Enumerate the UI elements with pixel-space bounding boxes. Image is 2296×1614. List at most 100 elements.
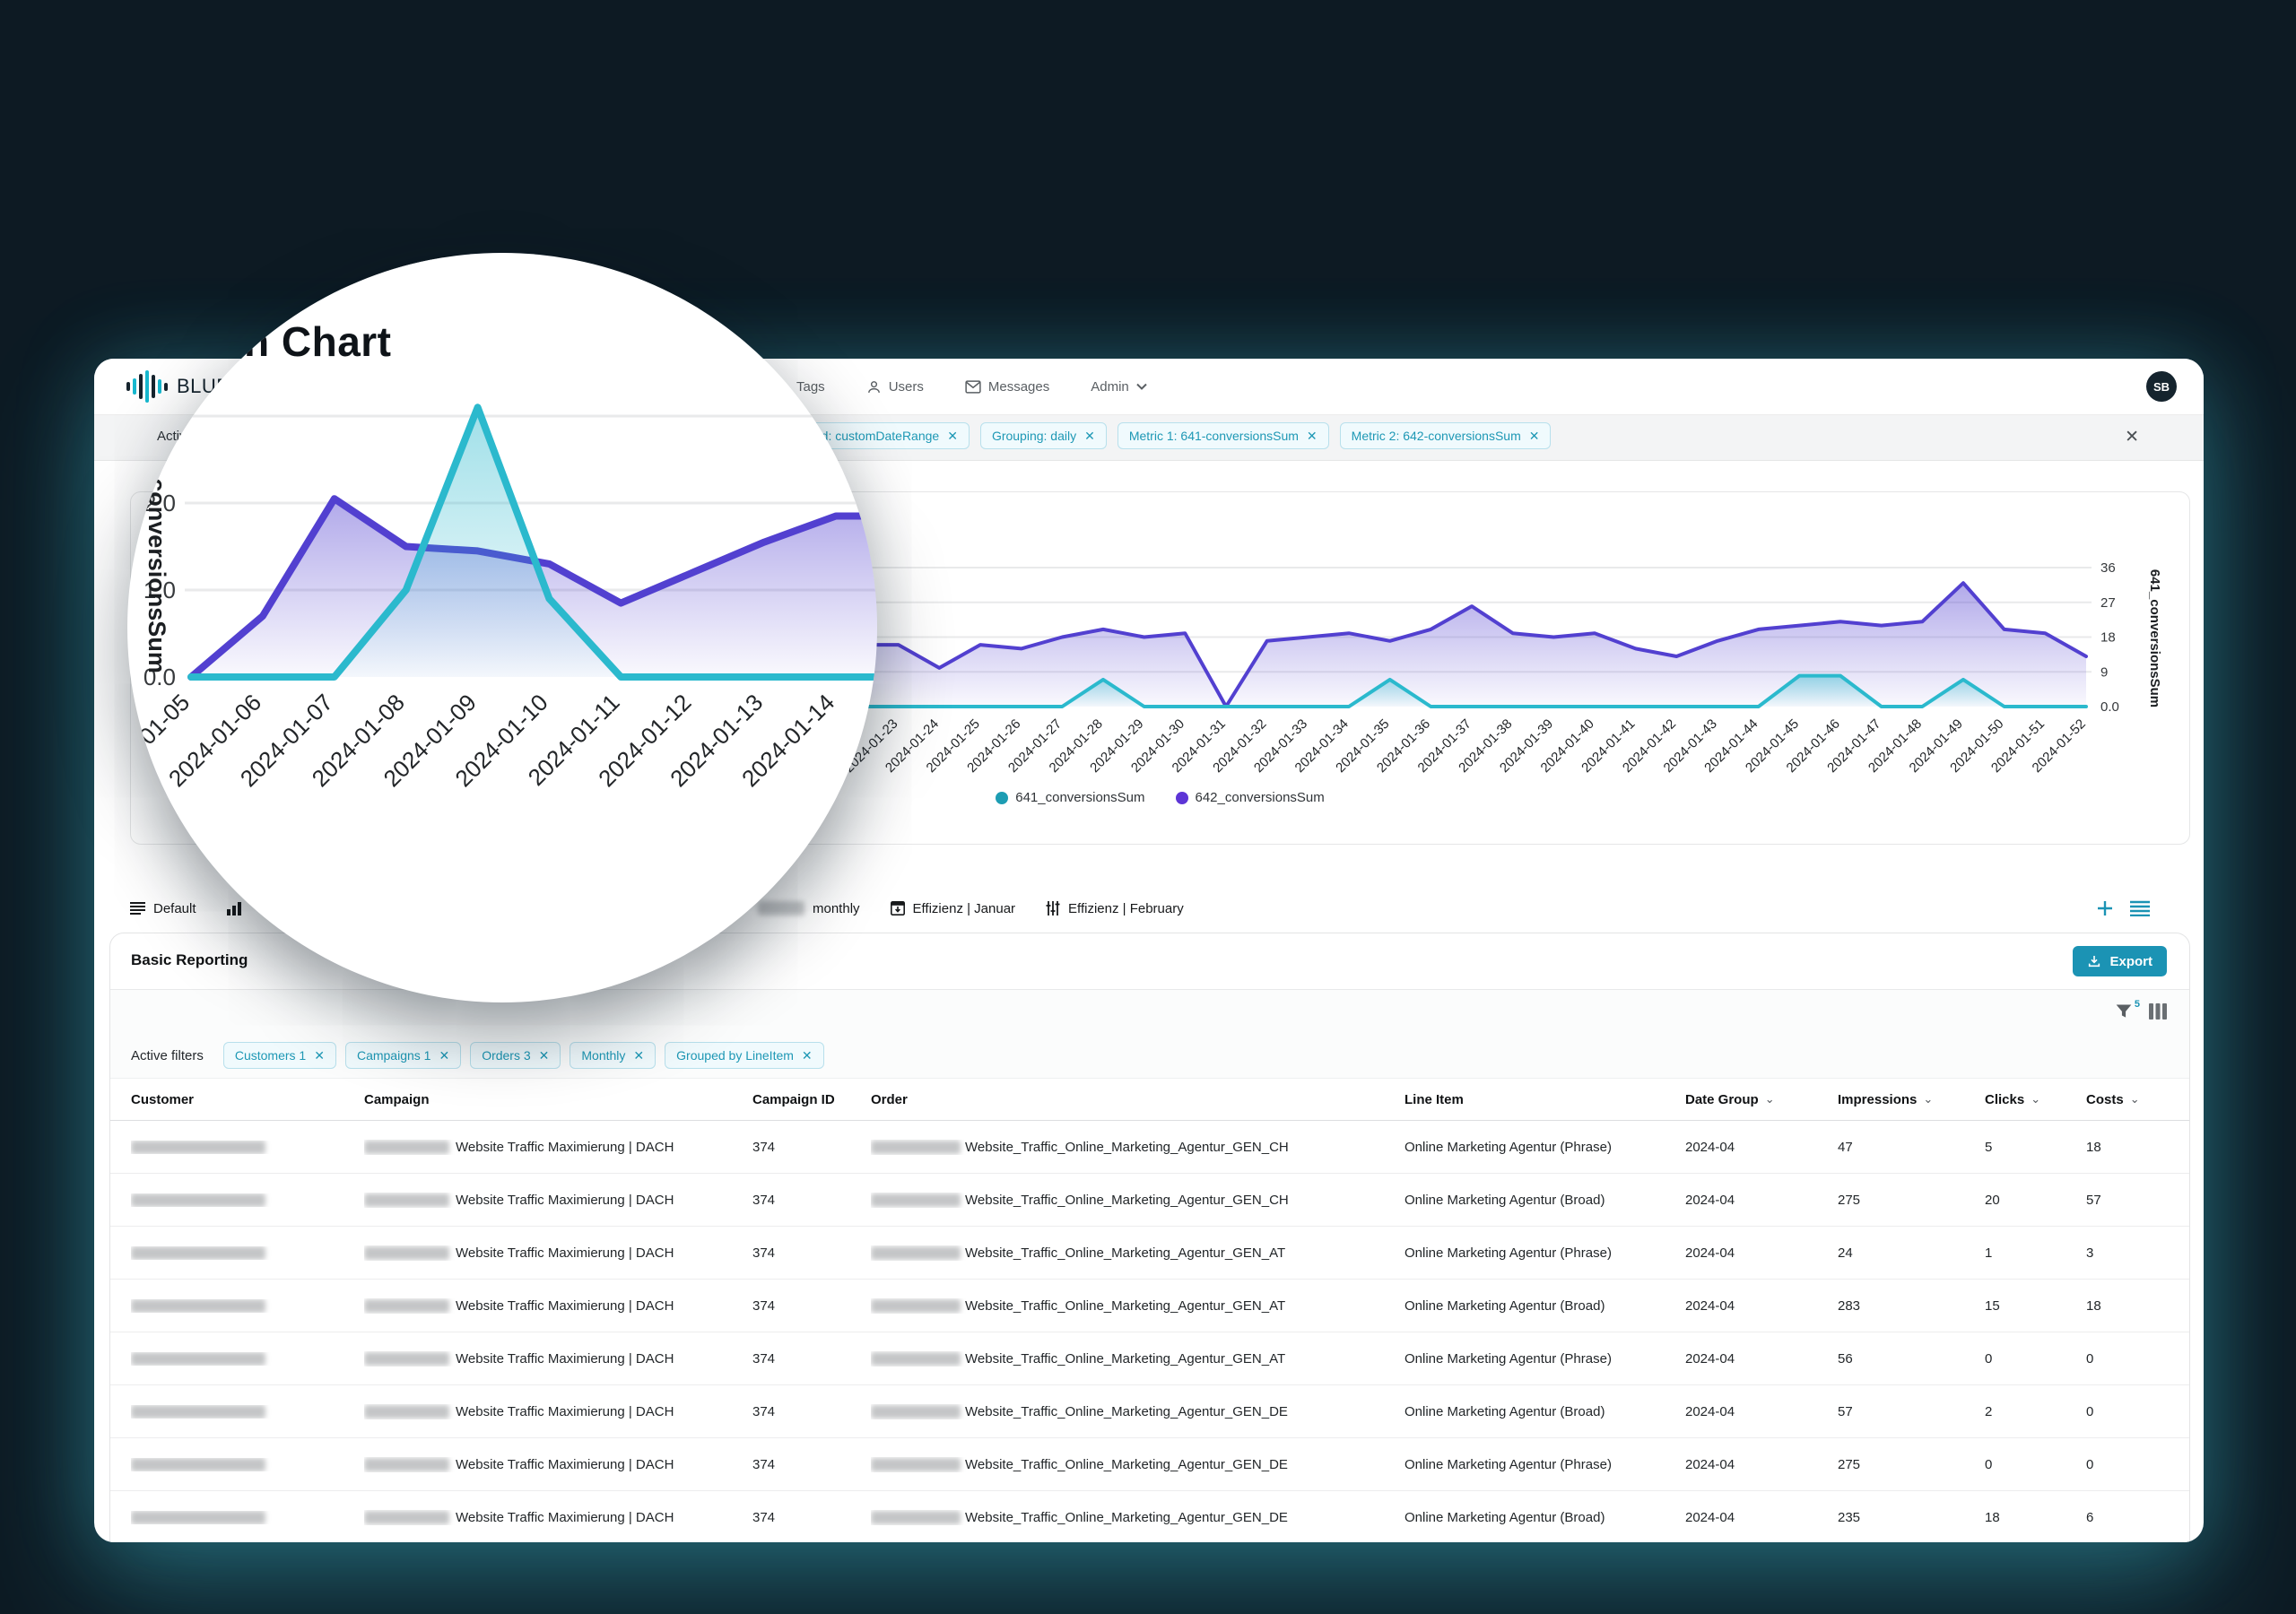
export-button[interactable]: Export: [2073, 946, 2167, 976]
cell-line-item: Online Marketing Agentur (Broad): [1405, 1403, 1605, 1419]
column-label: Campaign: [364, 1091, 430, 1107]
cell-campaign: Website Traffic Maximierung | DACH: [364, 1298, 752, 1314]
cell-customer: [131, 1298, 364, 1313]
filter-chip[interactable]: Customers 1 ✕: [222, 1042, 336, 1069]
table-row[interactable]: Website Traffic Maximierung | DACH 374 Web…: [110, 1227, 2189, 1280]
y-tick-label: 0.0: [2100, 699, 2119, 715]
redacted-customer-name: [131, 1298, 265, 1313]
remove-chip-icon[interactable]: ✕: [1529, 430, 1540, 442]
table-row[interactable]: Website Traffic Maximierung | DACH 374 Web…: [110, 1121, 2189, 1174]
order-name: Website_Traffic_Online_Marketing_Agentur…: [965, 1509, 1288, 1525]
zoom-chart: 0.01.02.03.0641_conversionsSum2024-01-05…: [127, 253, 877, 792]
cell-date-group: 2024-04: [1685, 1139, 1735, 1155]
remove-chip-icon[interactable]: ✕: [439, 1049, 449, 1062]
remove-chip-icon[interactable]: ✕: [947, 430, 958, 442]
filter-chip[interactable]: Grouping: daily ✕: [979, 422, 1107, 449]
table-row[interactable]: Website Traffic Maximierung | DACH 374 Web…: [110, 1332, 2189, 1385]
order-name: Website_Traffic_Online_Marketing_Agentur…: [965, 1403, 1288, 1419]
cell-clicks: 0: [1985, 1456, 1993, 1472]
column-header-date-group[interactable]: Date Group ⌄: [1685, 1092, 1838, 1107]
cell-clicks: 0: [1985, 1350, 1993, 1367]
y-tick-label: 18: [2100, 630, 2116, 646]
add-tab-icon[interactable]: [2096, 899, 2114, 917]
cell-costs: 0: [2086, 1456, 2094, 1472]
columns-icon[interactable]: [2149, 1003, 2167, 1020]
table-row[interactable]: Website Traffic Maximierung | DACH 374 Web…: [110, 1491, 2189, 1542]
sort-chevron-icon[interactable]: ⌄: [2031, 1092, 2040, 1106]
redacted-customer-name: [131, 1457, 265, 1471]
filter-chip[interactable]: Metric 2: 642-conversionsSum ✕: [1339, 422, 1552, 449]
cell-campaign-id: 374: [752, 1192, 776, 1208]
filter-chip[interactable]: Orders 3 ✕: [470, 1042, 561, 1069]
column-label: Customer: [131, 1091, 195, 1107]
cell-campaign-id: 374: [752, 1509, 776, 1525]
cell-impressions: 56: [1838, 1350, 1853, 1367]
table-row[interactable]: Website Traffic Maximierung | DACH 374 Web…: [110, 1280, 2189, 1332]
cell-campaign: Website Traffic Maximierung | DACH: [364, 1140, 752, 1155]
campaign-name: Website Traffic Maximierung | DACH: [456, 1139, 674, 1155]
column-label: Line Item: [1405, 1091, 1464, 1107]
campaign-name: Website Traffic Maximierung | DACH: [456, 1350, 674, 1367]
remove-chip-icon[interactable]: ✕: [314, 1049, 325, 1062]
cell-campaign: Website Traffic Maximierung | DACH: [364, 1245, 752, 1261]
y-tick-label: 36: [2100, 560, 2116, 576]
sort-chevron-icon[interactable]: ⌄: [1765, 1092, 1775, 1106]
tab-label: Effizienz | February: [1068, 900, 1184, 916]
cell-order: Website_Traffic_Online_Marketing_Agentur…: [871, 1298, 1405, 1314]
cell-clicks: 15: [1985, 1297, 2000, 1314]
campaign-name: Website Traffic Maximierung | DACH: [456, 1509, 674, 1525]
cell-date-group: 2024-04: [1685, 1403, 1735, 1419]
filter-chip-label: Grouping: daily: [991, 429, 1077, 443]
remove-chip-icon[interactable]: ✕: [1084, 430, 1095, 442]
table-row[interactable]: Website Traffic Maximierung | DACH 374 Web…: [110, 1174, 2189, 1227]
cell-campaign: Website Traffic Maximierung | DACH: [364, 1404, 752, 1419]
cell-date-group: 2024-04: [1685, 1509, 1735, 1525]
sort-chevron-icon[interactable]: ⌄: [1923, 1092, 1933, 1106]
sort-chevron-icon[interactable]: ⌄: [2130, 1092, 2140, 1106]
tab-menu-icon[interactable]: [2130, 900, 2150, 916]
order-name: Website_Traffic_Online_Marketing_Agentur…: [965, 1297, 1286, 1314]
cell-clicks: 5: [1985, 1139, 1993, 1155]
legend-dot: [996, 791, 1009, 804]
table-header: Customer Campaign Campaign ID Order Line Ite…: [110, 1079, 2189, 1121]
y-tick-label: 9: [2100, 664, 2108, 680]
column-label: Costs: [2086, 1091, 2124, 1107]
cell-order: Website_Traffic_Online_Marketing_Agentur…: [871, 1457, 1405, 1472]
cell-order: Website_Traffic_Online_Marketing_Agentur…: [871, 1351, 1405, 1367]
remove-chip-icon[interactable]: ✕: [633, 1049, 644, 1062]
nav-item-messages[interactable]: Messages: [965, 379, 1049, 395]
order-name: Website_Traffic_Online_Marketing_Agentur…: [965, 1456, 1288, 1472]
column-header-clicks[interactable]: Clicks ⌄: [1985, 1092, 2086, 1107]
filter-chip[interactable]: Monthly ✕: [570, 1042, 657, 1069]
cell-impressions: 283: [1838, 1297, 1861, 1314]
table-row[interactable]: Website Traffic Maximierung | DACH 374 Web…: [110, 1438, 2189, 1491]
column-header-impressions[interactable]: Impressions ⌄: [1838, 1092, 1985, 1107]
redacted-customer-name: [131, 1351, 265, 1366]
remove-chip-icon[interactable]: ✕: [802, 1049, 813, 1062]
tab-effizienz-february[interactable]: Effizienz | February: [1046, 901, 1184, 916]
filter-chip[interactable]: Campaigns 1 ✕: [344, 1042, 462, 1069]
redacted-campaign-prefix: [364, 1510, 449, 1524]
campaign-name: Website Traffic Maximierung | DACH: [456, 1192, 674, 1208]
table-row[interactable]: Website Traffic Maximierung | DACH 374 Web…: [110, 1385, 2189, 1438]
clear-filters-icon[interactable]: ✕: [2125, 427, 2139, 447]
remove-chip-icon[interactable]: ✕: [539, 1049, 550, 1062]
cell-clicks: 20: [1985, 1192, 2000, 1208]
filter-count-badge: 5: [2134, 999, 2140, 1010]
nav-item-admin[interactable]: Admin: [1091, 379, 1147, 395]
cell-campaign-id: 374: [752, 1245, 776, 1261]
cell-costs: 18: [2086, 1139, 2101, 1155]
cell-date-group: 2024-04: [1685, 1297, 1735, 1314]
remove-chip-icon[interactable]: ✕: [1307, 430, 1318, 442]
legend-item[interactable]: 641_conversionsSum: [996, 790, 1145, 805]
order-name: Website_Traffic_Online_Marketing_Agentur…: [965, 1350, 1286, 1367]
column-header-costs[interactable]: Costs ⌄: [2086, 1092, 2189, 1107]
legend-item[interactable]: 642_conversionsSum: [1175, 790, 1325, 805]
filter-chip[interactable]: Grouped by LineItem ✕: [665, 1042, 824, 1069]
nav-label: Admin: [1091, 378, 1129, 395]
filter-funnel-icon[interactable]: 5: [2115, 999, 2140, 1020]
tab-effizienz-januar[interactable]: Effizienz | Januar: [890, 901, 1015, 916]
filter-chip[interactable]: Metric 1: 641-conversionsSum ✕: [1117, 422, 1329, 449]
cell-clicks: 18: [1985, 1509, 2000, 1525]
avatar[interactable]: SB: [2146, 371, 2177, 402]
